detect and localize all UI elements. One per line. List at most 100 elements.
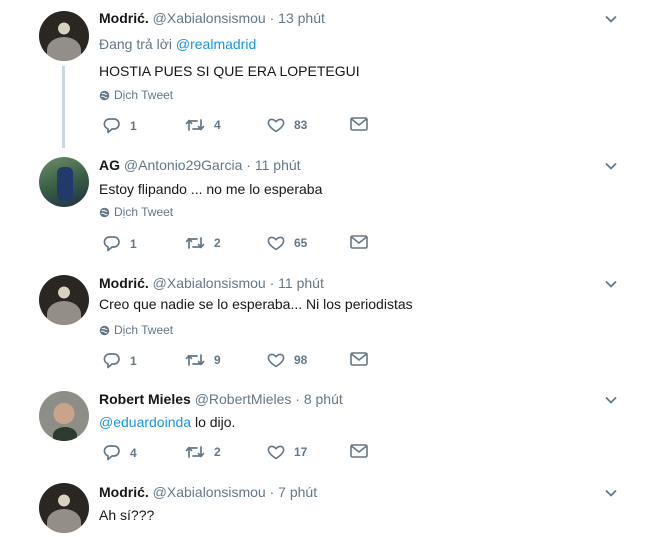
tweet-header: Modrić. @Xabialonsismou · 7 phút (99, 484, 317, 500)
like-icon (267, 353, 285, 368)
like-count: 98 (294, 353, 308, 367)
user-name[interactable]: Modrić. (99, 484, 149, 500)
replying-to-label: Đang trả lời (99, 36, 172, 52)
retweet-button[interactable]: 2 (185, 235, 221, 251)
retweet-count: 2 (214, 445, 221, 459)
reply-button[interactable]: 1 (103, 117, 137, 134)
like-button[interactable]: 65 (267, 235, 307, 251)
timestamp[interactable]: 11 phút (278, 275, 324, 291)
reply-button[interactable]: 1 (103, 352, 137, 369)
chevron-down-icon[interactable] (604, 12, 618, 26)
user-handle[interactable]: @Antonio29Garcia (124, 157, 243, 173)
tweet-text: Ah sí??? (99, 507, 155, 523)
chevron-down-icon[interactable] (604, 486, 618, 500)
tweet-text: Creo que nadie se lo esperaba... Ni los … (99, 296, 413, 312)
retweet-button[interactable]: 2 (185, 444, 221, 460)
replying-to: Đang trả lời @realmadrid (99, 36, 256, 52)
retweet-count: 9 (214, 353, 221, 367)
message-button[interactable] (350, 444, 368, 458)
user-name[interactable]: AG (99, 157, 120, 173)
thread-line (62, 66, 65, 148)
like-button[interactable]: 83 (267, 117, 307, 133)
like-count: 83 (294, 118, 308, 132)
translate-label: Dịch Tweet (114, 323, 174, 337)
message-button[interactable] (350, 117, 368, 131)
tweet-text: Estoy flipando ... no me lo esperaba (99, 181, 323, 197)
globe-icon (99, 207, 110, 217)
avatar[interactable] (39, 391, 89, 441)
translate-tweet-link[interactable]: Dịch Tweet (99, 205, 173, 219)
mention-link[interactable]: @eduardoinda (99, 414, 191, 430)
reply-count: 1 (130, 118, 137, 133)
like-icon (267, 445, 285, 460)
reply-icon (103, 353, 120, 369)
like-count: 17 (294, 445, 308, 459)
reply-icon (103, 445, 120, 461)
user-handle[interactable]: @Xabialonsismou (153, 484, 266, 500)
translate-tweet-link[interactable]: Dịch Tweet (99, 88, 173, 102)
replying-to-link[interactable]: @realmadrid (176, 36, 256, 52)
message-icon (350, 352, 368, 366)
retweet-icon (185, 354, 205, 366)
chevron-down-icon[interactable] (604, 159, 618, 173)
user-name[interactable]: Robert Mieles (99, 391, 191, 407)
user-handle[interactable]: @Xabialonsismou (153, 275, 266, 291)
retweet-count: 4 (214, 118, 221, 132)
reply-count: 1 (130, 353, 137, 368)
tweet-actions: 4 2 17 (99, 444, 399, 464)
retweet-icon (185, 119, 205, 131)
timestamp[interactable]: 11 phút (255, 157, 301, 173)
message-icon (350, 444, 368, 458)
like-icon (267, 236, 285, 251)
reply-button[interactable]: 1 (103, 235, 137, 252)
message-button[interactable] (350, 352, 368, 366)
tweet-actions: 1 2 65 (99, 235, 399, 255)
retweet-icon (185, 446, 205, 458)
like-count: 65 (294, 236, 308, 250)
translate-label: Dịch Tweet (114, 205, 174, 219)
reply-icon (103, 118, 120, 134)
globe-icon (99, 325, 110, 335)
retweet-button[interactable]: 9 (185, 352, 221, 368)
user-name[interactable]: Modrić. (99, 275, 149, 291)
reply-count: 4 (130, 445, 137, 460)
tweet-actions: 1 9 98 (99, 352, 399, 372)
user-handle[interactable]: @RobertMieles (195, 391, 292, 407)
user-name[interactable]: Modrić. (99, 10, 149, 26)
chevron-down-icon[interactable] (604, 277, 618, 291)
tweet-header: AG @Antonio29Garcia · 11 phút (99, 157, 301, 173)
tweet-header: Modrić. @Xabialonsismou · 13 phút (99, 10, 325, 26)
retweet-count: 2 (214, 236, 221, 250)
avatar[interactable] (39, 483, 89, 533)
message-icon (350, 117, 368, 131)
like-icon (267, 118, 285, 133)
separator-dot: · (295, 391, 300, 407)
timestamp[interactable]: 13 phút (278, 10, 325, 26)
reply-button[interactable]: 4 (103, 444, 137, 461)
tweet-text-body: lo dijo. (191, 414, 236, 430)
tweet-text: @eduardoinda lo dijo. (99, 414, 235, 430)
retweet-icon (185, 237, 205, 249)
tweet-header: Modrić. @Xabialonsismou · 11 phút (99, 275, 324, 291)
separator-dot: · (269, 484, 275, 500)
separator-dot: · (269, 10, 275, 26)
retweet-button[interactable]: 4 (185, 117, 221, 133)
chevron-down-icon[interactable] (604, 393, 618, 407)
tweet-text: HOSTIA PUES SI QUE ERA LOPETEGUI (99, 63, 360, 79)
separator-dot: · (246, 157, 251, 173)
timestamp[interactable]: 7 phút (278, 484, 317, 500)
like-button[interactable]: 17 (267, 444, 307, 460)
avatar[interactable] (39, 11, 89, 61)
tweet-actions: 1 4 83 (99, 117, 399, 137)
message-icon (350, 235, 368, 249)
avatar[interactable] (39, 157, 89, 207)
translate-label: Dịch Tweet (114, 88, 174, 102)
reply-icon (103, 236, 120, 252)
timestamp[interactable]: 8 phút (304, 391, 343, 407)
translate-tweet-link[interactable]: Dịch Tweet (99, 323, 173, 337)
reply-count: 1 (130, 236, 137, 251)
like-button[interactable]: 98 (267, 352, 307, 368)
avatar[interactable] (39, 275, 89, 325)
message-button[interactable] (350, 235, 368, 249)
user-handle[interactable]: @Xabialonsismou (153, 10, 266, 26)
